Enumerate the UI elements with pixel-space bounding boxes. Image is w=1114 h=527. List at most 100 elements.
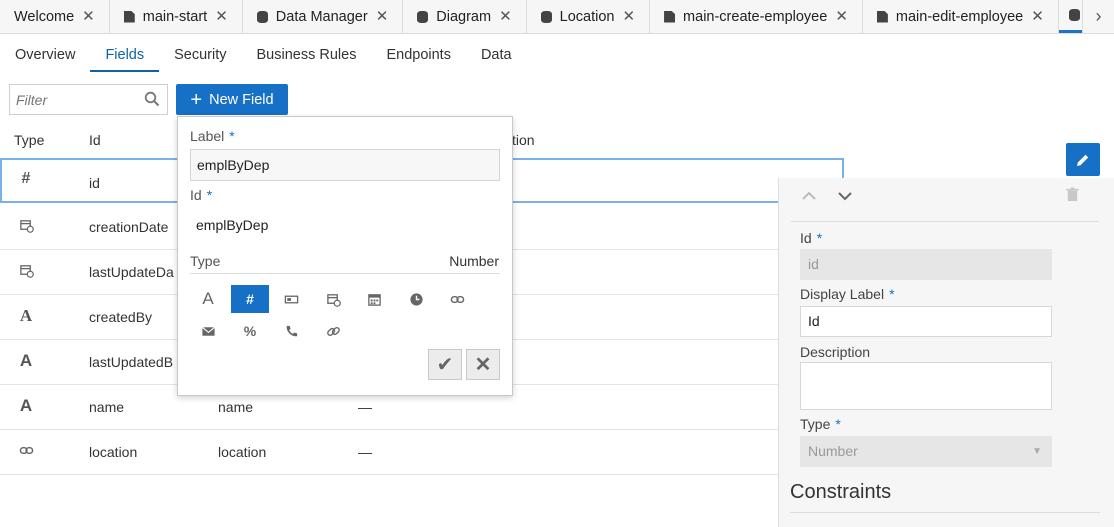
- new-field-label: New Field: [209, 91, 274, 108]
- type-select[interactable]: Number ▼: [800, 436, 1052, 467]
- row-id: lastUpdatedB: [89, 354, 174, 370]
- link-icon: [18, 443, 34, 459]
- row-description: —: [358, 444, 372, 460]
- close-icon[interactable]: ✕: [82, 9, 95, 24]
- tab-endpoints[interactable]: Endpoints: [371, 34, 466, 72]
- close-icon[interactable]: ✕: [376, 9, 389, 24]
- close-icon: ✕: [474, 354, 492, 376]
- number-icon: #: [246, 291, 254, 307]
- envelope-icon: [201, 326, 215, 336]
- divider: [190, 273, 500, 274]
- id-field-title: Id *: [800, 230, 823, 246]
- header-id: Id: [89, 132, 101, 148]
- row-id: lastUpdateDa: [89, 264, 174, 280]
- database-icon: [1068, 9, 1080, 21]
- text-icon: A: [19, 351, 33, 370]
- tab-fields[interactable]: Fields: [90, 34, 160, 72]
- row-description: —: [358, 399, 372, 415]
- caret-down-icon: ▼: [1032, 446, 1042, 457]
- datetime-icon: [18, 263, 34, 279]
- confirm-button[interactable]: ✔: [428, 349, 462, 380]
- text-icon: A: [202, 289, 214, 308]
- type-boolean-button[interactable]: [272, 285, 310, 313]
- description-title: Description: [800, 344, 871, 360]
- tab-security[interactable]: Security: [159, 34, 241, 72]
- header-description: tion: [512, 132, 535, 148]
- panel-nav: [791, 178, 1099, 222]
- table-row[interactable]: location location —: [0, 430, 844, 475]
- number-icon: #: [21, 170, 31, 187]
- row-id: location: [89, 444, 138, 460]
- display-label-input[interactable]: Id: [800, 306, 1052, 337]
- description-textarea[interactable]: [800, 362, 1052, 410]
- tab-welcome[interactable]: Welcome ✕: [0, 0, 110, 33]
- type-number-button[interactable]: #: [231, 285, 269, 313]
- close-icon[interactable]: ✕: [1031, 9, 1044, 24]
- tabs-scroll-right-button[interactable]: ›: [1082, 0, 1114, 33]
- close-icon[interactable]: ✕: [499, 9, 512, 24]
- id-input[interactable]: emplByDep: [196, 217, 268, 233]
- type-time-button[interactable]: [397, 285, 435, 313]
- chevron-down-icon[interactable]: [837, 188, 853, 204]
- close-icon[interactable]: ✕: [835, 9, 848, 24]
- editor-tab-bar: Welcome ✕ main-start ✕ Data Manager ✕ Di…: [0, 0, 1114, 34]
- row-label: location: [218, 444, 267, 460]
- tab-main-create-employee[interactable]: main-create-employee ✕: [650, 0, 863, 33]
- tab-data[interactable]: Data: [466, 34, 527, 72]
- type-field-title: Type: [190, 253, 221, 269]
- label-field-title: Label *: [190, 128, 235, 144]
- edit-field-button[interactable]: [1066, 143, 1100, 176]
- close-icon[interactable]: ✕: [215, 9, 228, 24]
- clock-icon: [409, 292, 423, 306]
- type-phone-button[interactable]: [272, 317, 310, 345]
- new-field-popup: Label * emplByDep Id * emplByDep Type Numb…: [177, 116, 513, 396]
- id-field-title: Id *: [190, 187, 213, 203]
- entity-subnav: Overview Fields Security Business Rules …: [0, 34, 527, 74]
- chevron-up-icon[interactable]: [801, 188, 817, 204]
- label-input[interactable]: emplByDep: [190, 149, 500, 181]
- tab-diagram[interactable]: Diagram ✕: [403, 0, 527, 33]
- row-id: name: [89, 399, 125, 415]
- checkmark-icon: ✔: [436, 354, 454, 376]
- type-value: Number: [449, 253, 499, 269]
- type-email-button[interactable]: [189, 317, 227, 345]
- type-date-button[interactable]: [355, 285, 393, 313]
- toggle-icon: [284, 295, 298, 303]
- type-text-button[interactable]: A: [189, 285, 227, 313]
- filter-box: [9, 84, 168, 115]
- tab-location[interactable]: Location ✕: [526, 0, 651, 33]
- text-icon: A: [19, 396, 33, 415]
- percent-icon: %: [243, 323, 257, 339]
- tab-data-manager[interactable]: Data Manager ✕: [242, 0, 404, 33]
- datetime-icon: [326, 293, 341, 307]
- tab-label: main-edit-employee: [895, 8, 1024, 25]
- type-reference-button[interactable]: [438, 285, 476, 313]
- row-id: createdBy: [89, 309, 153, 325]
- calendar-icon: [367, 293, 381, 306]
- cancel-button[interactable]: ✕: [466, 349, 500, 380]
- tab-business-rules[interactable]: Business Rules: [242, 34, 372, 72]
- plus-icon: +: [190, 88, 203, 111]
- new-field-button[interactable]: + New Field: [176, 84, 288, 115]
- close-icon[interactable]: ✕: [622, 9, 635, 24]
- datetime-icon: [18, 218, 34, 234]
- tab-main-edit-employee[interactable]: main-edit-employee ✕: [862, 0, 1059, 33]
- header-type: Type: [14, 132, 45, 148]
- type-url-button[interactable]: [314, 317, 352, 345]
- type-datetime-button[interactable]: [314, 285, 352, 313]
- trash-icon[interactable]: [1065, 186, 1080, 203]
- type-percentage-button[interactable]: %: [231, 317, 269, 345]
- phone-icon: [286, 325, 297, 336]
- filter-input[interactable]: [10, 85, 130, 114]
- id-input[interactable]: id: [800, 249, 1052, 280]
- row-label: name: [218, 399, 254, 415]
- tab-label: main-start: [142, 8, 208, 25]
- tab-label: Diagram: [436, 8, 492, 25]
- chevron-right-icon: ›: [1095, 6, 1102, 26]
- tab-overview[interactable]: Overview: [0, 34, 90, 72]
- tab-label: main-create-employee: [683, 8, 828, 25]
- tab-label: Welcome: [14, 8, 75, 25]
- search-icon[interactable]: [144, 91, 160, 107]
- tab-main-start[interactable]: main-start ✕: [109, 0, 243, 33]
- tab-label: Location: [559, 8, 615, 25]
